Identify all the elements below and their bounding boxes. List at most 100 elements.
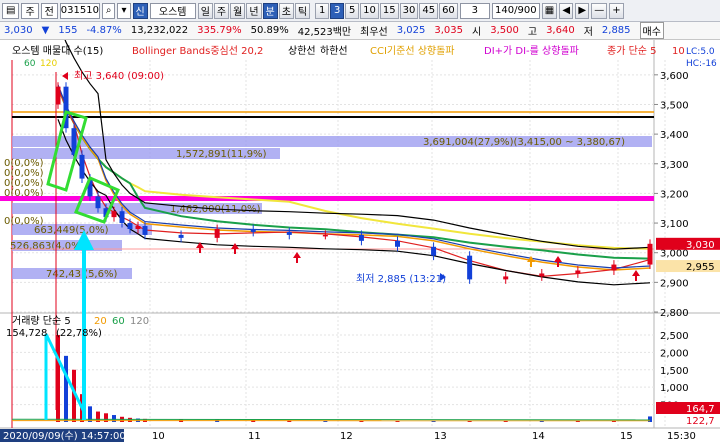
down-arrow-icon: ▼ bbox=[41, 25, 50, 36]
candle-body bbox=[95, 196, 101, 209]
change-rate: -4.87% bbox=[86, 25, 122, 36]
candle-body bbox=[539, 273, 545, 277]
grid-icon[interactable]: ▦ bbox=[541, 2, 558, 19]
price-tick-label: 3,200 bbox=[660, 189, 689, 200]
time-tick-label: 15 bbox=[620, 431, 633, 442]
candle-body bbox=[647, 243, 653, 265]
volume-tick-label: 2,000 bbox=[660, 348, 689, 359]
interval-tab-10[interactable]: 10 bbox=[360, 2, 379, 19]
candle-body bbox=[250, 228, 256, 232]
mode-select[interactable]: 주 bbox=[21, 2, 39, 19]
interval-tab-1[interactable]: 1 bbox=[315, 2, 330, 19]
ma60-legend: 60 bbox=[24, 59, 36, 69]
interval-tab-3[interactable]: 3 bbox=[330, 2, 345, 19]
stock-chart[interactable]: 3,691,004(27,9%)(3,415,00 ~ 3,380,67) 1,5… bbox=[0, 40, 720, 442]
candle-body bbox=[214, 228, 220, 238]
time-cursor-label: 2020/09/09(수) 14:57:00 bbox=[3, 430, 126, 442]
price-change: 155 bbox=[58, 25, 78, 36]
lower-legend: 하한선 bbox=[320, 44, 348, 57]
upper-legend: 상한선 bbox=[288, 45, 316, 57]
interval-tab-15[interactable]: 15 bbox=[379, 2, 399, 19]
low-label: 저 bbox=[583, 27, 593, 38]
candle-body bbox=[467, 255, 473, 280]
candle-body bbox=[286, 231, 292, 235]
period-tab-0[interactable]: 일 bbox=[197, 2, 213, 19]
price-info-bar: 3,030 ▼ 155 -4.87% 13,232,022 335.79% 50… bbox=[0, 22, 720, 40]
interval-tab-45[interactable]: 45 bbox=[419, 2, 439, 19]
vol-ma60-legend: 60 bbox=[112, 316, 125, 327]
candle-body bbox=[178, 234, 184, 238]
high-label: 고 bbox=[527, 27, 538, 38]
ma-price-tag-label: 2,955 bbox=[686, 262, 715, 273]
price-tick-label: 3,400 bbox=[660, 130, 689, 141]
next-icon[interactable]: ▶ bbox=[575, 2, 590, 19]
candle-body bbox=[358, 234, 364, 241]
shrink-icon[interactable]: — bbox=[591, 2, 608, 19]
best-label: 최우선 bbox=[360, 27, 388, 38]
period-tab-2[interactable]: 월 bbox=[230, 2, 246, 19]
profile-label: 526,863(4,0%) bbox=[10, 241, 85, 252]
current-price-tag-label: 3,030 bbox=[686, 240, 715, 251]
time-tick-label: 13 bbox=[434, 431, 447, 442]
profile-label: 742,43 (5,6%) bbox=[46, 269, 117, 280]
volume-tag-label: 164,7 bbox=[686, 404, 715, 415]
profile-label: 1,572,891(11,9%) bbox=[176, 149, 267, 160]
period-tab-5[interactable]: 초 bbox=[278, 2, 294, 19]
expand-icon[interactable]: + bbox=[609, 2, 624, 19]
volume-rate: 335.79% bbox=[197, 25, 242, 36]
period-tab-1[interactable]: 주 bbox=[213, 2, 230, 19]
stock-code-input[interactable]: 031510 bbox=[59, 2, 100, 19]
search-icon[interactable]: ⌕ bbox=[101, 2, 116, 19]
volume-rate: (22,78%) bbox=[56, 328, 102, 339]
candle-body bbox=[79, 154, 85, 179]
interval-tab-30[interactable]: 30 bbox=[399, 2, 419, 19]
interval-tab-60[interactable]: 60 bbox=[439, 2, 458, 19]
volume-bar bbox=[56, 334, 60, 422]
period-tab-4[interactable]: 분 bbox=[262, 2, 278, 19]
interval-tabs: 1 3 5 10 15 30 45 60 bbox=[315, 2, 458, 19]
high-value: 3,640 bbox=[546, 25, 575, 36]
count-field[interactable]: 140/900 bbox=[491, 2, 540, 19]
volume-value: 154,728 bbox=[6, 328, 47, 339]
candle-body bbox=[127, 223, 133, 229]
current-price: 3,030 bbox=[4, 25, 33, 36]
menu-icon[interactable]: ▤ bbox=[2, 2, 20, 19]
period-tab-6[interactable]: 틱 bbox=[294, 2, 311, 19]
price-tick-label: 3,000 bbox=[660, 249, 689, 260]
profile-label: 0(0,0%) bbox=[4, 216, 44, 227]
time-tick-label: 12 bbox=[340, 431, 353, 442]
profile-label: 3,691,004(27,9%)(3,415,00 ~ 3,380,67) bbox=[423, 137, 625, 148]
candle-body bbox=[119, 211, 125, 224]
time-tick-label: 15:30 bbox=[667, 431, 696, 442]
volume-legend-title: 거래량 단순 5 bbox=[12, 315, 71, 327]
period-tab-3[interactable]: 년 bbox=[246, 2, 262, 19]
price-tick-label: 3,500 bbox=[660, 100, 689, 111]
close-ma-value: 10 bbox=[672, 46, 685, 57]
type-select[interactable]: 전 bbox=[40, 2, 58, 19]
profile-label: 663,449(5,0%) bbox=[34, 225, 109, 236]
volume-ma60 bbox=[11, 418, 651, 421]
chart-toolbar: ▤ 주 전 031510 ⌕ ▾ 신 오스템 일주월년분초틱 1 3 5 10 15 30… bbox=[0, 0, 720, 22]
interval-select[interactable]: 3 bbox=[459, 2, 490, 19]
best-bid: 3,025 bbox=[396, 25, 426, 36]
price-legend-title: 오스템 매물대 수(15) bbox=[12, 45, 103, 57]
high-annotation: 최고 3,640 (09:00) bbox=[74, 70, 164, 82]
candle-body bbox=[142, 226, 148, 235]
dropdown-icon[interactable]: ▾ bbox=[117, 2, 131, 19]
volume-tick-label: 1,000 bbox=[660, 383, 689, 394]
amount: 42,523백만 bbox=[297, 27, 352, 38]
candle-body bbox=[322, 234, 328, 237]
open-label: 시 bbox=[472, 27, 482, 38]
interval-tab-5[interactable]: 5 bbox=[345, 2, 360, 19]
time-tick-label: 14 bbox=[532, 431, 545, 442]
vol-ma20-legend: 20 bbox=[94, 316, 107, 327]
prev-icon[interactable]: ◀ bbox=[559, 2, 574, 19]
candle-body bbox=[111, 211, 117, 218]
bollinger-legend: Bollinger Bands중심선 20,2 bbox=[132, 45, 263, 57]
vol-ma120-legend: 120 bbox=[130, 316, 149, 327]
period-tabs: 일주월년분초틱 bbox=[197, 2, 311, 19]
low-annotation: 최저 2,885 (13:21) bbox=[356, 273, 446, 285]
buy-button[interactable]: 매수 bbox=[639, 22, 664, 39]
ma120-legend: 120 bbox=[40, 59, 57, 69]
candle-body bbox=[575, 270, 581, 274]
